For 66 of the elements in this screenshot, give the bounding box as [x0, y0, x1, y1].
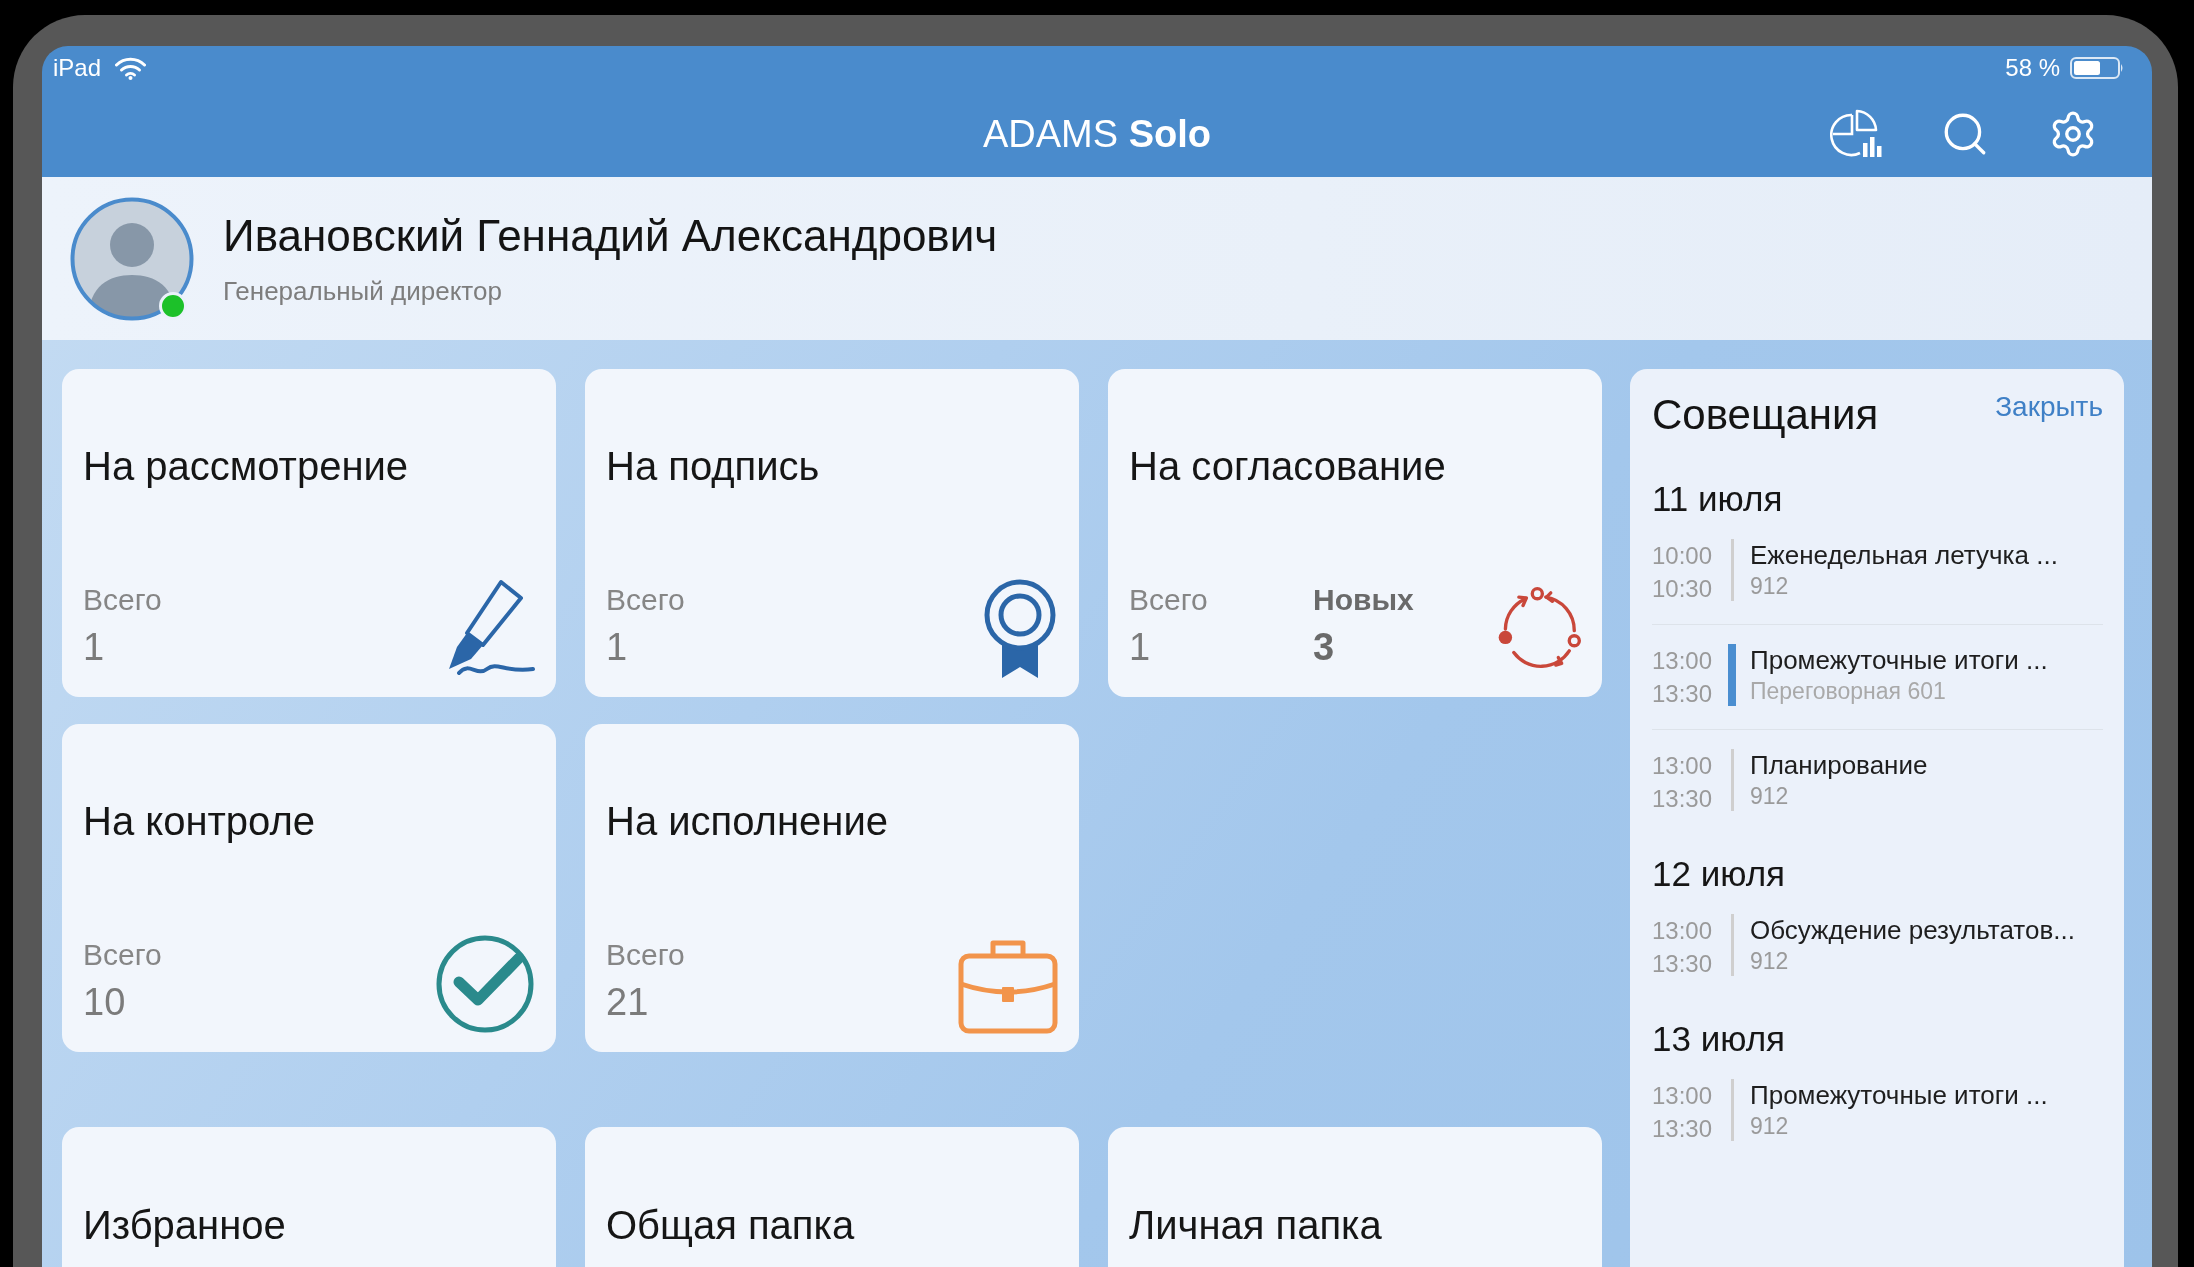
meeting-room: 912: [1750, 782, 1789, 810]
device-name: iPad: [53, 54, 102, 82]
check-circle-icon: [435, 934, 535, 1034]
meeting-title[interactable]: Планирование: [1750, 749, 1928, 782]
start-time: 10:00: [1652, 541, 1713, 571]
folder-card[interactable]: Избранное: [62, 1127, 556, 1267]
stat-value: 21: [606, 980, 649, 1024]
app-title: ADAMS Solo: [983, 111, 1211, 157]
tile-card[interactable]: На рассмотрение Всего 1: [62, 369, 556, 697]
tile-title: На рассмотрение: [83, 443, 409, 490]
stat-value: 1: [1129, 625, 1151, 669]
tile-title: На исполнение: [606, 798, 888, 845]
stat-label: Всего: [1129, 582, 1208, 618]
tile-title: На подпись: [606, 443, 820, 490]
folder-title: Личная папка: [1129, 1203, 1382, 1247]
date-heading: 11 июля: [1652, 478, 1783, 520]
battery-icon: [2070, 57, 2124, 79]
end-time: 13:30: [1652, 1114, 1713, 1144]
folder-title: Избранное: [83, 1203, 286, 1247]
end-time: 13:30: [1652, 784, 1713, 814]
tile-title: На согласование: [1129, 443, 1446, 490]
user-position: Генеральный директор: [223, 275, 502, 307]
user-silhouette-icon: [70, 196, 194, 321]
start-time: 13:00: [1652, 1081, 1713, 1111]
stat-label: Всего: [606, 582, 685, 618]
meeting-room: 912: [1750, 1112, 1789, 1140]
stat-label: Новых: [1313, 582, 1414, 618]
briefcase-icon: [958, 938, 1058, 1034]
tile-title: На контроле: [83, 798, 316, 845]
battery-percentage: 58 %: [2005, 54, 2060, 82]
stat-label: Всего: [83, 582, 162, 618]
award-ribbon-icon: [982, 579, 1058, 679]
start-time: 13:00: [1652, 646, 1713, 676]
folder-card[interactable]: Личная папка: [1108, 1127, 1602, 1267]
wifi-icon: [115, 56, 147, 80]
stat-value: 1: [83, 625, 105, 669]
tile-card[interactable]: На согласование Всего 1 Новых 3: [1108, 369, 1602, 697]
stat-label: Всего: [83, 937, 162, 973]
meeting-room: Переговорная 601: [1750, 677, 1946, 705]
stat-value: 1: [606, 625, 628, 669]
meeting-title[interactable]: Промежуточные итоги ...: [1750, 644, 2048, 677]
start-time: 13:00: [1652, 916, 1713, 946]
start-time: 13:00: [1652, 751, 1713, 781]
statistics-button[interactable]: [1830, 108, 1882, 159]
meeting-room: 912: [1750, 947, 1789, 975]
end-time: 13:30: [1652, 949, 1713, 979]
tile-card[interactable]: На контроле Всего 10: [62, 724, 556, 1052]
meeting-room: 912: [1750, 572, 1789, 600]
tile-card[interactable]: На исполнение Всего 21: [585, 724, 1079, 1052]
meeting-title[interactable]: Промежуточные итоги ...: [1750, 1079, 2048, 1112]
folder-title: Общая папка: [606, 1203, 855, 1247]
stat-value: 3: [1313, 625, 1335, 669]
date-heading: 13 июля: [1652, 1018, 1786, 1060]
close-link[interactable]: Закрыть: [1995, 390, 2103, 424]
stat-label: Всего: [606, 937, 685, 973]
folder-card[interactable]: Общая папка: [585, 1127, 1079, 1267]
end-time: 13:30: [1652, 679, 1713, 709]
user-name: Ивановский Геннадий Александрович: [223, 210, 998, 262]
stat-value: 10: [83, 980, 126, 1024]
end-time: 10:30: [1652, 574, 1713, 604]
meeting-title[interactable]: Еженедельная летучка ...: [1750, 539, 2058, 572]
pie-chart-icon: [1830, 108, 1882, 159]
panel-title: Совещания: [1652, 390, 1879, 440]
meeting-title[interactable]: Обсуждение результатов...: [1750, 914, 2075, 947]
date-heading: 12 июля: [1652, 853, 1786, 895]
tile-card[interactable]: На подпись Всего 1: [585, 369, 1079, 697]
